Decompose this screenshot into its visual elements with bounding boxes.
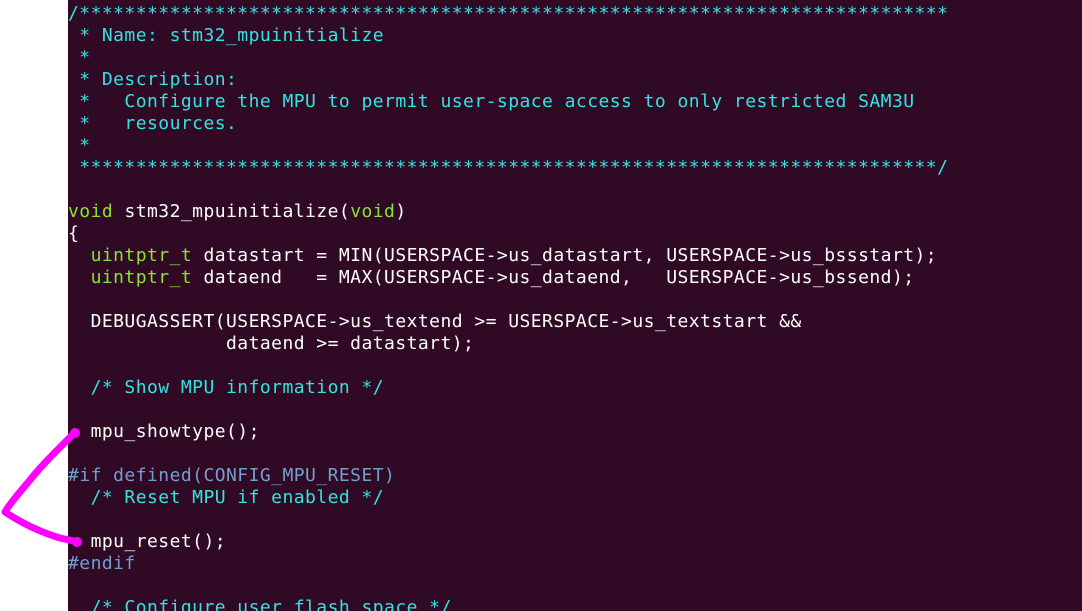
type-name: uintptr_t <box>68 267 193 288</box>
code-line: #if defined(CONFIG_MPU_RESET) <box>68 465 396 486</box>
code-text: dataend = MAX(USERSPACE->us_dataend, USE… <box>192 267 915 288</box>
terminal-window[interactable]: /***************************************… <box>68 0 1082 611</box>
code-line: * Description: <box>68 69 238 90</box>
code-line: uintptr_t datastart = MIN(USERSPACE->us_… <box>68 245 937 267</box>
code-line: /***************************************… <box>68 3 949 24</box>
code-line: dataend >= datastart); <box>68 333 475 354</box>
code-line: { <box>68 223 80 244</box>
code-line: /* Show MPU information */ <box>68 377 385 398</box>
code-line: mpu_showtype(); <box>68 421 260 442</box>
function-signature: void stm32_mpuinitialize(void) <box>68 201 407 223</box>
function-name: stm32_mpuinitialize( <box>113 201 351 222</box>
keyword-void-arg: void <box>350 201 396 222</box>
code-line: * resources. <box>68 113 238 134</box>
code-line: uintptr_t dataend = MAX(USERSPACE->us_da… <box>68 267 915 289</box>
type-name: uintptr_t <box>68 245 193 266</box>
code-line: mpu_reset(); <box>68 531 227 552</box>
code-line: * Configure the MPU to permit user-space… <box>68 91 915 112</box>
code-line: ****************************************… <box>68 157 949 178</box>
code-line: #endif <box>68 553 136 574</box>
code-line: * <box>68 47 91 68</box>
code-line: /* Configure user flash space */ <box>68 597 452 611</box>
paren-close: ) <box>395 201 407 222</box>
code-line: * <box>68 135 91 156</box>
code-text: datastart = MIN(USERSPACE->us_datastart,… <box>192 245 938 266</box>
code-line: /* Reset MPU if enabled */ <box>68 487 385 508</box>
keyword-void: void <box>68 201 114 222</box>
code-line: * Name: stm32_mpuinitialize <box>68 25 385 46</box>
code-line: DEBUGASSERT(USERSPACE->us_textend >= USE… <box>68 311 802 332</box>
